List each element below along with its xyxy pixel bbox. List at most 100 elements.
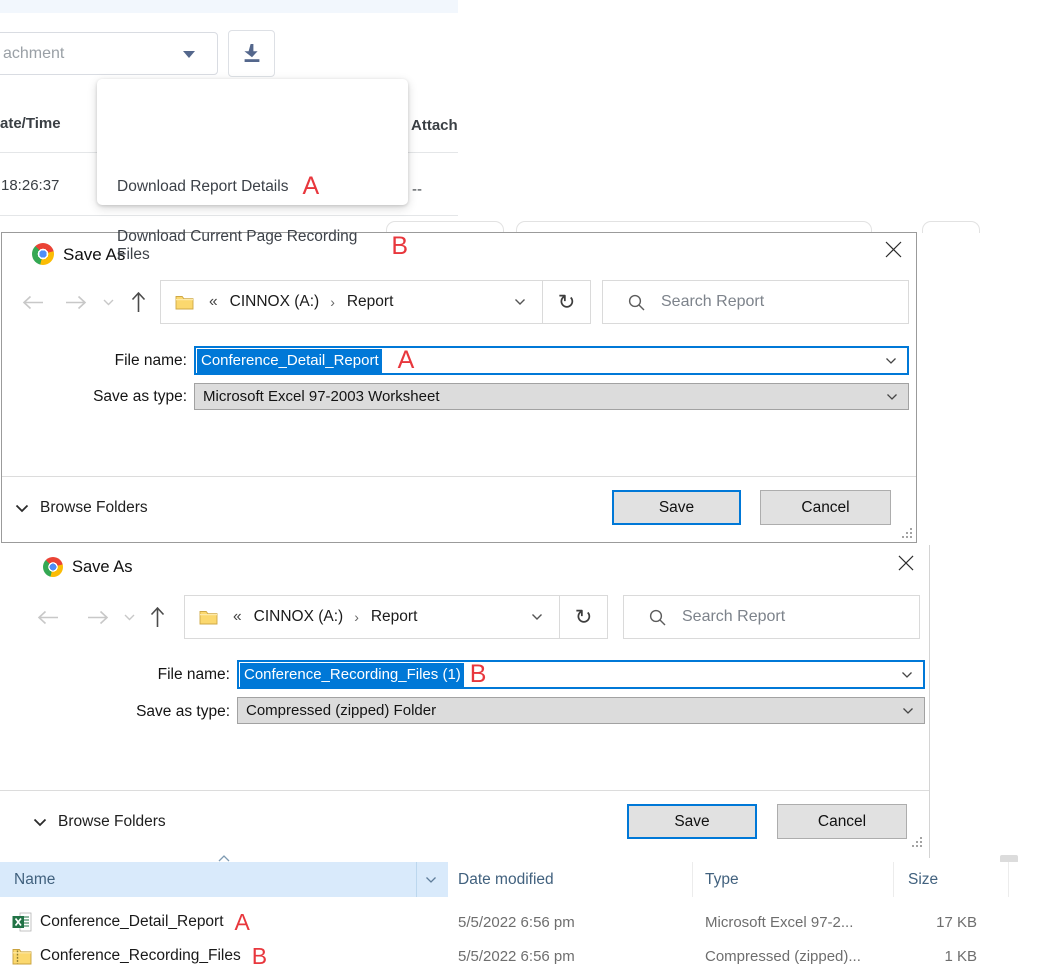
recent-locations-button[interactable] [124,595,135,639]
address-dropdown-button[interactable] [515,613,559,621]
zip-folder-icon [12,949,32,965]
explorer-header: Name Date modified Type Size [0,855,1037,897]
search-icon [628,294,645,310]
cancel-button[interactable]: Cancel [777,804,907,839]
cancel-button[interactable]: Cancel [760,490,891,525]
browse-folders-toggle[interactable]: Browse Folders [33,813,166,831]
up-button[interactable] [150,595,165,639]
save-button[interactable]: Save [627,804,757,839]
file-name-input[interactable]: Conference_Recording_Files (1) B [237,660,925,689]
background-tab-edge [922,221,980,233]
resize-grip[interactable] [902,528,913,539]
menu-item-download-recording-files[interactable]: Download Current Page Recording Files B [117,228,408,264]
save-as-type-select[interactable]: Microsoft Excel 97-2003 Worksheet [194,383,909,410]
breadcrumb-folder[interactable]: Report [371,608,418,626]
save-as-type-value: Microsoft Excel 97-2003 Worksheet [203,388,440,405]
menu-item-label: Download Current Page Recording Files [117,228,358,263]
column-header-size[interactable]: Size [908,862,938,897]
column-header-type[interactable]: Type [705,862,739,897]
address-bar[interactable]: « CINNOX (A:) › Report ↻ [160,280,591,324]
annotation-letter-b: B [391,231,408,260]
dialog-footer-divider [0,790,929,791]
chevron-down-icon[interactable] [885,357,897,365]
save-as-type-value: Compressed (zipped) Folder [246,702,437,719]
back-button[interactable] [22,280,44,324]
chevron-down-icon [33,818,47,826]
breadcrumb-drive[interactable]: CINNOX (A:) [230,293,320,311]
file-row-recording-files[interactable]: Conference_Recording_Files B 5/5/2022 6:… [0,939,1037,973]
address-bar[interactable]: « CINNOX (A:) › Report ↻ [184,595,608,639]
column-header-date-modified[interactable]: Date modified [458,862,554,897]
save-as-dialog-b: Save As « CINNOX (A:) › Report ↻ Search … [0,545,930,858]
file-name-selected-text: Conference_Detail_Report [197,348,382,373]
close-button[interactable] [898,555,914,576]
browse-folders-toggle[interactable]: Browse Folders [15,499,148,517]
column-header-name[interactable]: Name [0,855,448,897]
file-name-label: File name: [114,352,187,369]
close-icon [885,241,902,258]
save-button[interactable]: Save [612,490,741,525]
annotation-letter-a: A [397,346,415,374]
folder-icon [199,611,218,625]
forward-icon [88,610,109,624]
chevron-down-icon [103,299,114,305]
chrome-icon [32,243,54,265]
up-button[interactable] [131,280,146,324]
save-as-type-label: Save as type: [93,388,187,405]
menu-item-download-report-details[interactable]: Download Report Details A [117,174,319,199]
forward-button[interactable] [65,280,87,324]
resize-grip[interactable] [912,837,923,848]
up-icon [131,291,146,312]
filter-chevron-icon[interactable] [425,876,437,884]
attachment-select[interactable]: achment [0,32,218,75]
search-input[interactable] [661,293,908,311]
cancel-button-label: Cancel [817,812,867,830]
screenshot-root: achment ate/Time Attach 18:26:37 -- Down… [0,0,1037,980]
search-box[interactable] [602,280,909,324]
breadcrumb-folder[interactable]: Report [347,293,394,311]
app-top-strip [0,0,458,13]
file-type: Microsoft Excel 97-2... [705,913,854,931]
search-input[interactable] [682,608,919,626]
column-divider[interactable] [1008,862,1009,897]
file-name-input[interactable]: Conference_Detail_Report A [194,346,909,375]
breadcrumb-ellipsis[interactable]: « [209,293,218,311]
breadcrumb-drive[interactable]: CINNOX (A:) [254,608,344,626]
file-name: Conference_Recording_Files [40,947,241,964]
refresh-icon: ↻ [557,290,576,314]
forward-button[interactable] [87,595,109,639]
chevron-down-icon [903,707,913,714]
chrome-icon [43,557,63,577]
dialog-nav-row: « CINNOX (A:) › Report ↻ [0,595,929,639]
download-button[interactable] [228,30,275,77]
file-name-selected-text: Conference_Recording_Files (1) [240,662,464,687]
recent-locations-button[interactable] [103,280,114,324]
file-row-detail-report[interactable]: Conference_Detail_Report A 5/5/2022 6:56… [0,905,1037,939]
table-cell-attach: -- [412,181,422,198]
file-name-label: File name: [157,666,230,683]
chevron-down-icon[interactable] [901,671,913,679]
save-button-label: Save [674,812,710,830]
chevron-down-icon [887,393,897,400]
breadcrumb: « CINNOX (A:) › Report [185,596,559,638]
save-as-type-select[interactable]: Compressed (zipped) Folder [237,697,925,724]
refresh-button[interactable]: ↻ [542,281,590,323]
download-icon [243,43,259,62]
save-as-dialog-a: Save As « CINNOX (A:) › Report ↻ Search … [1,232,917,543]
search-box[interactable] [623,595,920,639]
column-divider[interactable] [692,862,693,897]
file-type: Compressed (zipped)... [705,947,861,965]
breadcrumb-ellipsis[interactable]: « [233,608,242,626]
browse-folders-label: Browse Folders [58,813,166,830]
annotation-letter-a: A [234,908,250,935]
sort-ascending-icon [218,855,230,862]
save-as-type-label: Save as type: [136,703,230,720]
column-divider[interactable] [893,862,894,897]
file-date-modified: 5/5/2022 6:56 pm [458,913,575,931]
menu-item-label: Download Report Details [117,177,289,195]
back-button[interactable] [37,595,59,639]
address-dropdown-button[interactable] [498,298,542,306]
close-button[interactable] [885,241,902,263]
refresh-button[interactable]: ↻ [559,596,607,638]
cancel-button-label: Cancel [801,498,850,516]
